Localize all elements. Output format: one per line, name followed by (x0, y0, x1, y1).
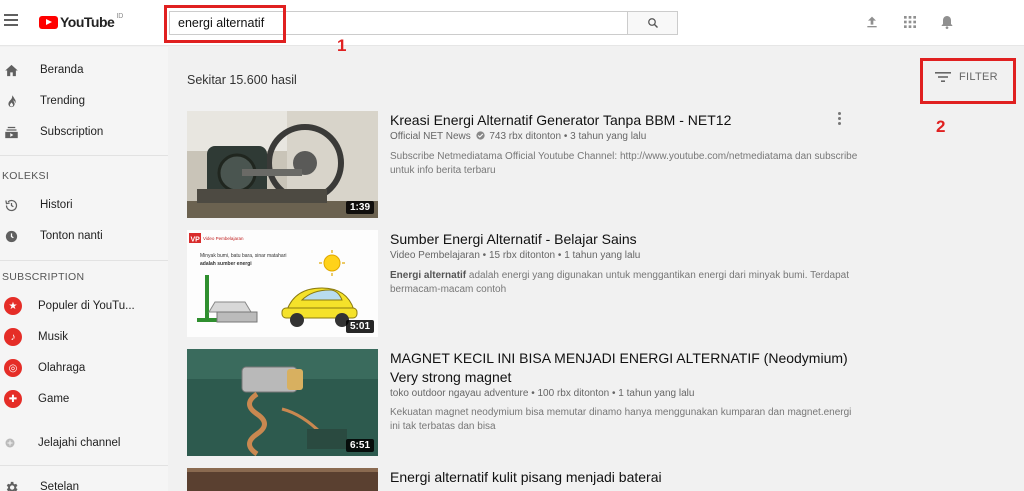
sidebar-item-settings[interactable]: Setelan (0, 473, 168, 491)
sidebar-item-label: Subscription (40, 126, 104, 138)
sidebar-item-sports[interactable]: ◎ Olahraga (0, 354, 168, 382)
view-count: 15 rbx ditonton (488, 250, 556, 261)
flame-icon (8, 94, 16, 107)
sidebar-item-label: Beranda (40, 64, 84, 76)
gamepad-icon: ✚ (4, 390, 22, 408)
sidebar-item-label: Game (38, 393, 70, 405)
description-highlight: Energi alternatif (390, 270, 467, 281)
verified-badge-icon (475, 131, 485, 140)
video-title-link[interactable]: Kreasi Energi Alternatif Generator Tanpa… (390, 111, 870, 130)
sidebar-item-label: Histori (40, 199, 73, 211)
video-duration: 5:01 (345, 320, 374, 333)
star-icon: ★ (4, 297, 22, 315)
sidebar-item-history[interactable]: Histori (0, 191, 168, 219)
sidebar-item-label: Setelan (40, 481, 80, 491)
video-meta: Video Pembelajaran • 15 rbx ditonton • 1… (390, 250, 640, 261)
video-description: Energi alternatif adalah energi yang dig… (390, 269, 860, 297)
logo-text: YouTube (60, 14, 115, 30)
video-meta: Official NET News 743 rbx ditonton • 3 t… (390, 131, 646, 142)
video-thumbnail[interactable]: 1:39 (187, 111, 378, 218)
sidebar-item-label: Trending (40, 95, 85, 107)
sidebar-item-label: Jelajahi channel (38, 437, 121, 449)
upload-age: 1 tahun yang lalu (564, 250, 641, 261)
home-icon (5, 64, 18, 76)
results-count: Sekitar 15.600 hasil (187, 73, 297, 87)
video-title-link[interactable]: MAGNET KECIL INI BISA MENJADI ENERGI ALT… (390, 349, 870, 387)
play-logo-icon (39, 15, 58, 29)
search-highlight-box (164, 5, 286, 43)
youtube-logo[interactable]: YouTube ID (39, 12, 124, 30)
menu-icon[interactable] (4, 14, 18, 26)
logo-region: ID (116, 12, 124, 20)
banana-thumbnail-image (187, 468, 378, 491)
video-meta: toko outdoor ngayau adventure • 100 rbx … (390, 388, 694, 399)
sidebar-item-label: Olahraga (38, 362, 86, 374)
video-thumbnail[interactable]: 6:51 (187, 349, 378, 456)
video-result: 1:39 Kreasi Energi Alternatif Generator … (187, 111, 867, 218)
sidebar-item-gaming[interactable]: ✚ Game (0, 385, 168, 413)
video-duration: 6:51 (345, 439, 374, 452)
sidebar-item-trending[interactable]: Trending (0, 87, 168, 115)
sidebar: Beranda Trending Subscription KOLEKSI Hi… (0, 47, 168, 491)
clock-icon (5, 230, 18, 242)
search-icon (647, 18, 658, 28)
music-icon: ♪ (4, 328, 22, 346)
view-count: 743 rbx ditonton (489, 131, 562, 142)
sidebar-item-home[interactable]: Beranda (0, 56, 168, 84)
history-icon (5, 199, 18, 211)
video-result: VP Video Pembelajaran Minyak bumi, batu … (187, 230, 867, 337)
channel-name-link[interactable]: Video Pembelajaran (390, 250, 480, 261)
thumb-brand-text: Video Pembelajaran (203, 236, 244, 241)
video-thumbnail[interactable] (187, 468, 378, 491)
view-count: 100 rbx ditonton (537, 388, 610, 399)
sidebar-item-subscriptions[interactable]: Subscription (0, 118, 168, 146)
sidebar-item-label: Populer di YouTu... (38, 300, 135, 312)
sidebar-item-browse-channels[interactable]: Jelajahi channel (0, 429, 168, 457)
channel-name-link[interactable]: Official NET News (390, 131, 471, 142)
ball-icon: ◎ (4, 359, 22, 377)
sidebar-item-label: Musik (38, 331, 69, 343)
upload-age: 3 tahun yang lalu (570, 131, 647, 142)
video-thumbnail[interactable]: VP Video Pembelajaran Minyak bumi, batu … (187, 230, 378, 337)
sidebar-divider (0, 465, 168, 466)
search-button[interactable] (627, 11, 678, 35)
video-result: 6:51 MAGNET KECIL INI BISA MENJADI ENERG… (187, 349, 867, 456)
sidebar-divider (0, 155, 168, 156)
sidebar-heading-library: KOLEKSI (2, 170, 50, 182)
video-result: Energi alternatif kulit pisang menjadi b… (187, 468, 867, 491)
gear-icon (6, 481, 18, 491)
video-description: Subscribe Netmediatama Official Youtube … (390, 151, 858, 176)
video-title-link[interactable]: Sumber Energi Alternatif - Belajar Sains (390, 230, 870, 249)
video-title-link[interactable]: Energi alternatif kulit pisang menjadi b… (390, 468, 870, 487)
more-actions-icon[interactable] (838, 112, 842, 127)
upload-age: 1 tahun yang lalu (618, 388, 695, 399)
video-duration: 1:39 (345, 201, 374, 214)
annotation-marker-1: 1 (337, 36, 347, 55)
subscriptions-icon (5, 126, 18, 138)
filter-highlight-box (920, 58, 1016, 104)
plus-circle-icon (5, 438, 15, 448)
annotation-marker-2: 2 (936, 117, 946, 136)
channel-name-link[interactable]: toko outdoor ngayau adventure (390, 388, 528, 399)
sidebar-item-label: Tonton nanti (40, 230, 103, 242)
sidebar-item-watch-later[interactable]: Tonton nanti (0, 222, 168, 250)
thumb-caption: Minyak bumi, batu bara, sinar matahari (200, 253, 286, 259)
sidebar-item-popular[interactable]: ★ Populer di YouTu... (0, 292, 168, 320)
sidebar-heading-subscriptions: SUBSCRIPTION (2, 271, 85, 283)
thumb-brand: VP (191, 237, 201, 244)
sidebar-item-music[interactable]: ♪ Musik (0, 323, 168, 351)
upload-icon[interactable] (864, 14, 880, 35)
masthead: YouTube ID energi alternatif (0, 0, 1024, 46)
sidebar-divider (0, 260, 168, 261)
notifications-bell-icon[interactable] (939, 14, 955, 35)
thumb-caption-bold: adalah sumber energi (200, 261, 252, 267)
video-description: Kekuatan magnet neodymium bisa memutar d… (390, 407, 852, 432)
apps-grid-icon[interactable] (902, 14, 918, 35)
